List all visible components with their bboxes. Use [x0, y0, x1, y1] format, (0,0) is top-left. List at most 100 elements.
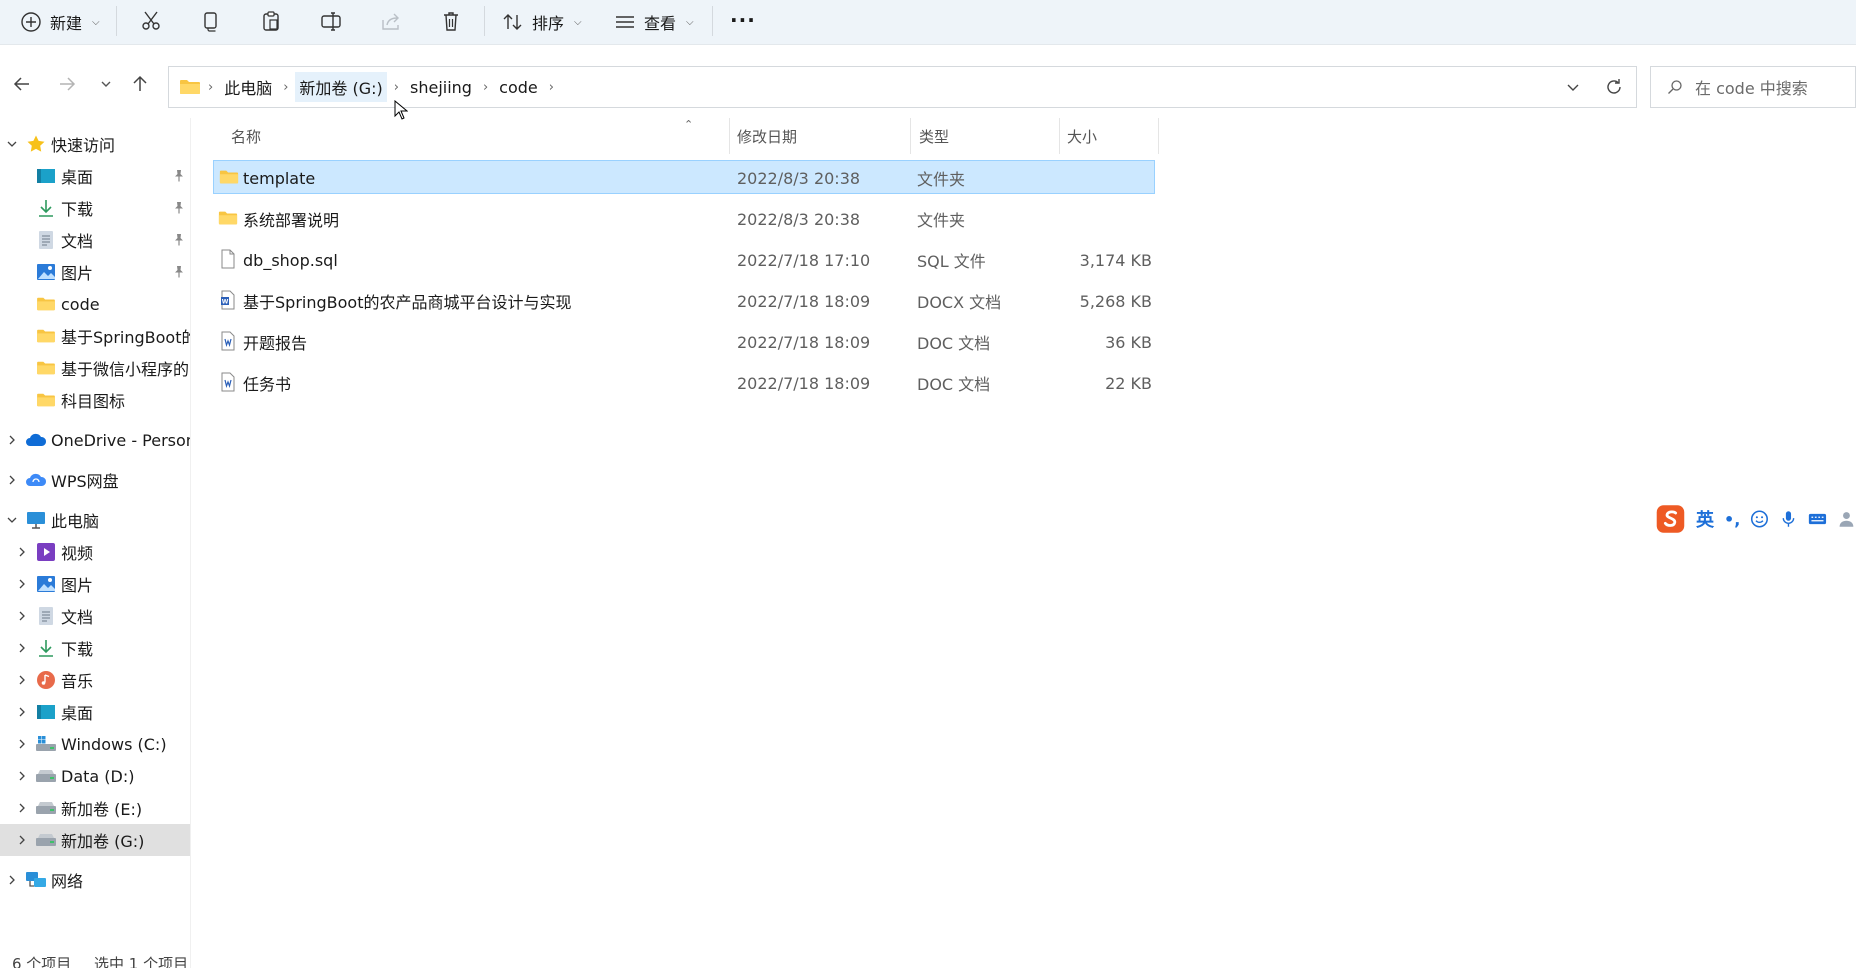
chevron-right-icon[interactable] — [15, 705, 29, 719]
chevron-right-icon[interactable] — [15, 577, 29, 591]
chevron-right-icon[interactable] — [15, 641, 29, 655]
breadcrumb-chevron-icon[interactable]: › — [276, 80, 295, 95]
sidebar-item-desktop[interactable]: 桌面 — [0, 160, 190, 192]
chevron-down-icon: ⌵ — [686, 16, 694, 28]
emoji-icon[interactable] — [1750, 508, 1769, 530]
chevron-right-icon[interactable] — [15, 609, 29, 623]
sidebar-item-drive-e[interactable]: 新加卷 (E:) — [0, 792, 190, 824]
pin-icon[interactable] — [172, 169, 186, 183]
chevron-right-icon[interactable] — [5, 873, 19, 887]
breadcrumb-chevron-icon[interactable]: › — [201, 80, 220, 95]
chevron-right-icon[interactable] — [15, 769, 29, 783]
breadcrumb-drive-g[interactable]: 新加卷 (G:) — [295, 72, 387, 102]
chevron-right-icon[interactable] — [5, 473, 19, 487]
file-row[interactable]: 任务书 2022/7/18 18:09 DOC 文档 22 KB — [213, 366, 1155, 400]
keyboard-icon[interactable] — [1808, 508, 1827, 530]
chevron-right-icon[interactable] — [5, 433, 19, 447]
breadcrumb-code[interactable]: code — [495, 75, 542, 100]
sidebar-item-pc-desktop[interactable]: 桌面 — [0, 696, 190, 728]
sogou-ime-logo-icon[interactable] — [1655, 501, 1686, 537]
breadcrumb-this-pc[interactable]: 此电脑 — [220, 72, 276, 102]
ime-toolbar[interactable]: 英 •, — [1655, 500, 1856, 538]
pin-icon[interactable] — [172, 233, 186, 247]
sidebar-item-videos[interactable]: 视频 — [0, 536, 190, 568]
sidebar-item-drive-d[interactable]: Data (D:) — [0, 760, 190, 792]
folder-icon — [35, 325, 57, 347]
file-modified: 2022/8/3 20:38 — [737, 209, 861, 229]
user-icon[interactable] — [1837, 508, 1856, 530]
file-row[interactable]: W 基于SpringBoot的农产品商城平台设计与实现 2022/7/18 18… — [213, 284, 1155, 318]
sidebar-item-subject-icons[interactable]: 科目图标 — [0, 384, 190, 416]
address-bar[interactable]: › 此电脑 › 新加卷 (G:) › shejiing › code › — [168, 66, 1637, 108]
sidebar-item-pictures[interactable]: 图片 — [0, 256, 190, 288]
column-header-modified[interactable]: 修改日期 — [737, 118, 797, 154]
sidebar-label: OneDrive - Persona — [51, 430, 190, 450]
ime-punctuation-toggle[interactable]: •, — [1724, 510, 1740, 529]
view-button-label: 查看 — [644, 14, 677, 33]
view-button[interactable]: 查看 ⌵ — [614, 5, 694, 39]
sidebar-item-pc-pictures[interactable]: 图片 — [0, 568, 190, 600]
desktop-icon — [35, 165, 57, 187]
column-header-size[interactable]: 大小 — [1067, 118, 1097, 154]
sidebar-this-pc[interactable]: 此电脑 — [0, 504, 190, 536]
chevron-right-icon[interactable] — [15, 737, 29, 751]
refresh-icon[interactable] — [1605, 78, 1623, 96]
forward-button[interactable] — [55, 72, 79, 96]
delete-button[interactable] — [438, 8, 464, 34]
sidebar-onedrive[interactable]: OneDrive - Persona — [0, 424, 190, 456]
copy-button[interactable] — [198, 8, 224, 34]
share-button[interactable] — [378, 8, 404, 34]
sort-button[interactable]: 排序 ⌵ — [502, 5, 582, 39]
chevron-down-icon[interactable] — [5, 513, 19, 527]
back-button[interactable] — [10, 72, 34, 96]
sidebar-network[interactable]: 网络 — [0, 864, 190, 896]
up-button[interactable] — [128, 72, 152, 96]
breadcrumb-chevron-icon[interactable]: › — [542, 80, 561, 95]
sidebar-quick-access[interactable]: 快速访问 — [0, 128, 190, 160]
pane-divider[interactable] — [190, 118, 191, 968]
breadcrumb-chevron-icon[interactable]: › — [476, 80, 495, 95]
sidebar-item-code[interactable]: code — [0, 288, 190, 320]
cut-button[interactable] — [138, 8, 164, 34]
sidebar-item-drive-g[interactable]: 新加卷 (G:) — [0, 824, 190, 856]
chevron-right-icon[interactable] — [15, 801, 29, 815]
column-resize-handle[interactable] — [1158, 118, 1159, 154]
microphone-icon[interactable] — [1779, 508, 1798, 530]
column-header-name[interactable]: 名称 — [231, 118, 261, 154]
file-type: 文件夹 — [917, 211, 966, 230]
pin-icon[interactable] — [172, 265, 186, 279]
pin-icon[interactable] — [172, 201, 186, 215]
new-button[interactable]: 新建 ⌵ — [20, 5, 100, 39]
chevron-down-icon[interactable] — [5, 137, 19, 151]
breadcrumb-shejiing[interactable]: shejiing — [406, 75, 476, 100]
chevron-right-icon[interactable] — [15, 833, 29, 847]
sidebar-item-wechat-miniprogram[interactable]: 基于微信小程序的医 — [0, 352, 190, 384]
file-row[interactable]: db_shop.sql 2022/7/18 17:10 SQL 文件 3,174… — [213, 243, 1155, 277]
file-row[interactable]: template 2022/8/3 20:38 文件夹 — [213, 160, 1155, 194]
sidebar-item-music[interactable]: 音乐 — [0, 664, 190, 696]
column-resize-handle[interactable] — [910, 118, 911, 154]
sidebar-item-documents[interactable]: 文档 — [0, 224, 190, 256]
sidebar-label: 桌面 — [61, 704, 94, 723]
chevron-right-icon[interactable] — [15, 545, 29, 559]
search-box[interactable]: 在 code 中搜索 — [1650, 66, 1856, 108]
more-button[interactable]: ··· — [730, 3, 756, 37]
rename-button[interactable] — [318, 8, 344, 34]
sidebar-wps-drive[interactable]: WPS网盘 — [0, 464, 190, 496]
chevron-right-icon[interactable] — [15, 673, 29, 687]
column-resize-handle[interactable] — [729, 118, 730, 154]
paste-button[interactable] — [258, 8, 284, 34]
sidebar-item-downloads[interactable]: 下载 — [0, 192, 190, 224]
column-resize-handle[interactable] — [1059, 118, 1060, 154]
ime-language-toggle[interactable]: 英 — [1696, 506, 1714, 532]
file-row[interactable]: 系统部署说明 2022/8/3 20:38 文件夹 — [213, 202, 1155, 236]
sidebar-item-drive-c[interactable]: Windows (C:) — [0, 728, 190, 760]
file-row[interactable]: 开题报告 2022/7/18 18:09 DOC 文档 36 KB — [213, 325, 1155, 359]
column-header-type[interactable]: 类型 — [919, 118, 949, 154]
recent-locations-button[interactable] — [94, 72, 118, 96]
sidebar-item-pc-downloads[interactable]: 下载 — [0, 632, 190, 664]
sidebar-item-springboot[interactable]: 基于SpringBoot的 — [0, 320, 190, 352]
history-dropdown-icon[interactable] — [1565, 79, 1581, 95]
breadcrumb-chevron-icon[interactable]: › — [387, 80, 406, 95]
sidebar-item-pc-documents[interactable]: 文档 — [0, 600, 190, 632]
